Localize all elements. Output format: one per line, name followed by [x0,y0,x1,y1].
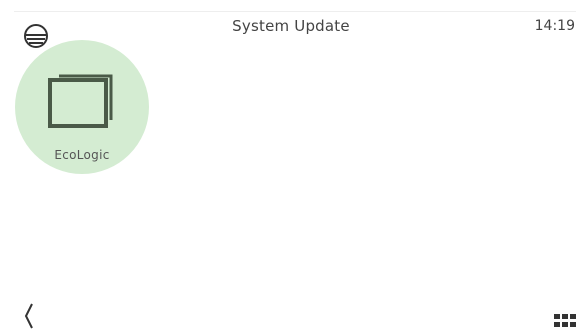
app-tile-ecologic[interactable]: EcoLogic [15,40,149,174]
back-button[interactable] [16,298,46,330]
app-label: EcoLogic [54,148,110,162]
header-divider [14,11,576,12]
page-title: System Update [232,17,350,35]
app-grid-button[interactable] [550,310,580,332]
chevron-left-icon [24,303,33,329]
clock: 14:19 [534,18,575,34]
system-update-screen: System Update 14:19 EcoLogic [0,0,582,334]
frames-icon [45,70,117,130]
grid-icon [554,314,576,327]
